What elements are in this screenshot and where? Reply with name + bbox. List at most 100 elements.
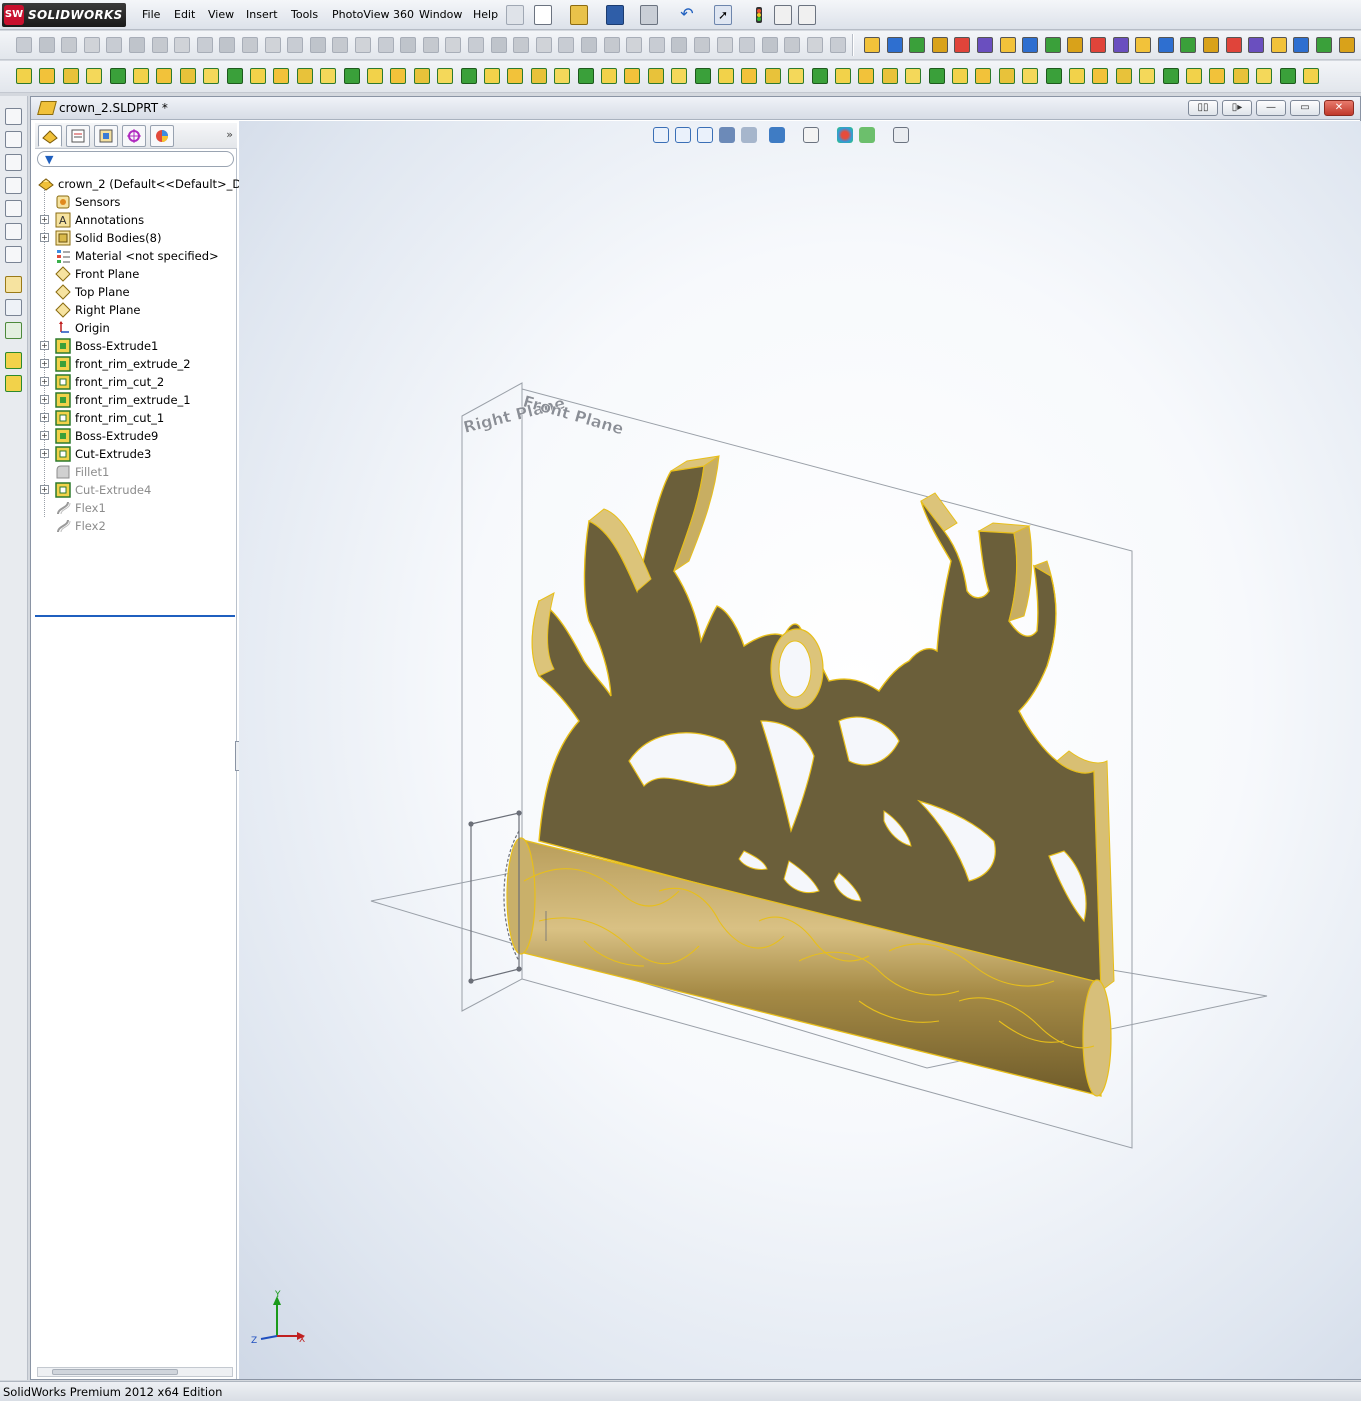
disabled-toolbar-icon[interactable] bbox=[377, 37, 394, 53]
disabled-toolbar-icon[interactable] bbox=[807, 37, 823, 53]
extrude-boss-icon[interactable] bbox=[5, 352, 22, 369]
expand-toggle-icon[interactable]: + bbox=[40, 215, 49, 224]
tools-toolbar-icon[interactable] bbox=[1044, 37, 1061, 53]
features-toolbar-icon[interactable] bbox=[1186, 68, 1202, 84]
menu-tools[interactable]: Tools bbox=[291, 8, 318, 21]
expand-toggle-icon[interactable]: + bbox=[40, 233, 49, 242]
tree-item-boss-extrude1[interactable]: + Boss-Extrude1 bbox=[35, 337, 237, 355]
dimxpertmanager-tab[interactable] bbox=[122, 125, 146, 147]
expand-toggle-icon[interactable]: + bbox=[40, 359, 49, 368]
tools-toolbar-icon[interactable] bbox=[1112, 37, 1129, 53]
features-toolbar-icon[interactable] bbox=[109, 68, 126, 84]
select-arrow-icon[interactable]: ➚ bbox=[714, 5, 732, 25]
expand-toggle-icon[interactable]: + bbox=[40, 413, 49, 422]
features-toolbar-icon[interactable] bbox=[367, 68, 383, 84]
window-tile-button[interactable]: ▯▸ bbox=[1222, 100, 1252, 116]
disabled-toolbar-icon[interactable] bbox=[264, 37, 281, 53]
feature-tree-scrollbar[interactable] bbox=[37, 1367, 233, 1377]
disabled-toolbar-icon[interactable] bbox=[16, 37, 32, 53]
features-toolbar-icon[interactable] bbox=[975, 68, 992, 84]
tools-toolbar-icon[interactable] bbox=[864, 37, 880, 53]
features-toolbar-icon[interactable] bbox=[1303, 68, 1319, 84]
view-left-icon[interactable] bbox=[5, 154, 22, 171]
menu-edit[interactable]: Edit bbox=[174, 8, 195, 21]
disabled-toolbar-icon[interactable] bbox=[242, 37, 258, 53]
tree-item-cut-extrude3[interactable]: + Cut-Extrude3 bbox=[35, 445, 237, 463]
open-folder-icon[interactable] bbox=[570, 5, 588, 25]
features-toolbar-icon[interactable] bbox=[273, 68, 290, 84]
menu-window[interactable]: Window bbox=[419, 8, 462, 21]
view-top-icon[interactable] bbox=[5, 200, 22, 217]
features-toolbar-icon[interactable] bbox=[343, 68, 360, 84]
features-toolbar-icon[interactable] bbox=[881, 68, 898, 84]
disabled-toolbar-icon[interactable] bbox=[535, 37, 552, 53]
tree-item-material-not-specified[interactable]: Material <not specified> bbox=[35, 247, 237, 265]
features-toolbar-icon[interactable] bbox=[1209, 68, 1226, 84]
disabled-toolbar-icon[interactable] bbox=[196, 37, 213, 53]
disabled-toolbar-icon[interactable] bbox=[129, 37, 145, 53]
window-close-button[interactable]: ✕ bbox=[1324, 100, 1354, 116]
view-right-icon[interactable] bbox=[5, 177, 22, 194]
features-toolbar-icon[interactable] bbox=[601, 68, 617, 84]
disabled-toolbar-icon[interactable] bbox=[739, 37, 756, 53]
menu-file[interactable]: File bbox=[142, 8, 160, 21]
features-toolbar-icon[interactable] bbox=[1115, 68, 1132, 84]
features-toolbar-icon[interactable] bbox=[460, 68, 477, 84]
file-properties-icon[interactable] bbox=[774, 5, 792, 25]
tree-item-front-rim-extrude-1[interactable]: + front_rim_extrude_1 bbox=[35, 391, 237, 409]
features-toolbar-icon[interactable] bbox=[835, 68, 851, 84]
features-toolbar-icon[interactable] bbox=[1069, 68, 1085, 84]
features-toolbar-icon[interactable] bbox=[1022, 68, 1039, 84]
disabled-toolbar-icon[interactable] bbox=[671, 37, 688, 53]
menu-photoview[interactable]: PhotoView 360 bbox=[332, 8, 414, 21]
tools-toolbar-icon[interactable] bbox=[1135, 37, 1152, 53]
features-toolbar-icon[interactable] bbox=[133, 68, 149, 84]
tools-toolbar-icon[interactable] bbox=[1090, 37, 1106, 53]
features-toolbar-icon[interactable] bbox=[1045, 68, 1062, 84]
features-toolbar-icon[interactable] bbox=[203, 68, 220, 84]
features-toolbar-icon[interactable] bbox=[741, 68, 758, 84]
tools-toolbar-icon[interactable] bbox=[1338, 37, 1355, 53]
menu-insert[interactable]: Insert bbox=[246, 8, 278, 21]
save-icon[interactable] bbox=[606, 5, 624, 25]
tools-toolbar-icon[interactable] bbox=[954, 37, 971, 53]
tools-toolbar-icon[interactable] bbox=[1293, 37, 1310, 53]
expand-toggle-icon[interactable]: + bbox=[40, 341, 49, 350]
view-bottom-icon[interactable] bbox=[5, 223, 22, 240]
features-toolbar-icon[interactable] bbox=[1092, 68, 1109, 84]
disabled-toolbar-icon[interactable] bbox=[106, 37, 123, 53]
disabled-toolbar-icon[interactable] bbox=[829, 37, 846, 53]
undo-icon[interactable]: ↶ bbox=[678, 5, 696, 25]
features-toolbar-icon[interactable] bbox=[390, 68, 407, 84]
disabled-toolbar-icon[interactable] bbox=[468, 37, 484, 53]
expand-toggle-icon[interactable]: + bbox=[40, 485, 49, 494]
window-restore-tile-button[interactable]: ▯▯ bbox=[1188, 100, 1218, 116]
view-front-icon[interactable] bbox=[5, 108, 22, 125]
tree-item-solid-bodies-8[interactable]: + Solid Bodies(8) bbox=[35, 229, 237, 247]
disabled-toolbar-icon[interactable] bbox=[761, 37, 778, 53]
features-toolbar-icon[interactable] bbox=[624, 68, 641, 84]
tools-toolbar-icon[interactable] bbox=[909, 37, 926, 53]
tree-item-flex1[interactable]: Flex1 bbox=[35, 499, 237, 517]
features-toolbar-icon[interactable] bbox=[250, 68, 266, 84]
disabled-toolbar-icon[interactable] bbox=[694, 37, 710, 53]
tree-item-sensors[interactable]: Sensors bbox=[35, 193, 237, 211]
features-toolbar-icon[interactable] bbox=[86, 68, 103, 84]
scrollbar-thumb[interactable] bbox=[52, 1369, 178, 1375]
tree-item-top-plane[interactable]: Top Plane bbox=[35, 283, 237, 301]
features-toolbar-icon[interactable] bbox=[998, 68, 1015, 84]
disabled-toolbar-icon[interactable] bbox=[38, 37, 55, 53]
features-toolbar-icon[interactable] bbox=[952, 68, 968, 84]
disabled-toolbar-icon[interactable] bbox=[287, 37, 304, 53]
expand-toggle-icon[interactable]: + bbox=[40, 449, 49, 458]
rebuild-icon[interactable] bbox=[750, 5, 768, 25]
tree-filter-input[interactable]: ▼ bbox=[37, 151, 234, 167]
features-toolbar-icon[interactable] bbox=[647, 68, 664, 84]
features-toolbar-icon[interactable] bbox=[905, 68, 922, 84]
disabled-toolbar-icon[interactable] bbox=[61, 37, 78, 53]
features-toolbar-icon[interactable] bbox=[1162, 68, 1179, 84]
configurationmanager-tab[interactable] bbox=[94, 125, 118, 147]
disabled-toolbar-icon[interactable] bbox=[83, 37, 100, 53]
print-icon[interactable] bbox=[640, 5, 658, 25]
tools-toolbar-icon[interactable] bbox=[999, 37, 1016, 53]
